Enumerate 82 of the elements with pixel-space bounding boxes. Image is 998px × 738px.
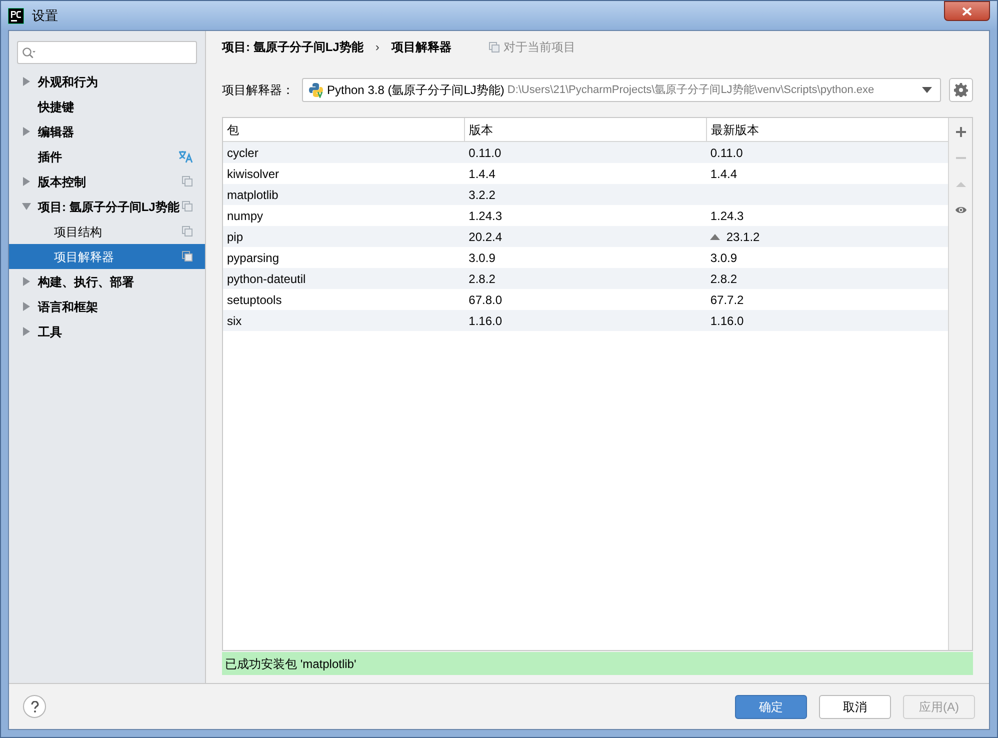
table-cell-text: 3.0.9 [710, 250, 738, 266]
collapsed-arrow-icon[interactable] [22, 127, 31, 136]
table-cell-text: 2.8.2 [710, 270, 738, 288]
breadcrumb-item[interactable]: 项目解释器 [391, 38, 452, 56]
table-cell-text: 67.7.2 [710, 292, 744, 308]
help-button[interactable] [23, 695, 46, 718]
table-row[interactable]: matplotlib 3.2.2 [223, 184, 948, 205]
collapsed-arrow-icon[interactable] [22, 327, 31, 336]
collapsed-arrow-icon[interactable] [22, 77, 31, 86]
python-icon [308, 82, 324, 98]
table-cell-text: 1.4.4 [468, 166, 496, 182]
dialog-button[interactable]: 取消 [819, 694, 891, 718]
table-cell-text: 0.11.0 [710, 144, 743, 162]
table-cell-text: 3.0.9 [468, 250, 496, 266]
sidebar-item[interactable]: 项目解释器 [9, 244, 205, 269]
close-icon [962, 6, 972, 16]
sidebar-item[interactable]: 项目结构 [9, 219, 205, 244]
table-cell-text: 2.8.2 [468, 270, 496, 288]
table-cell-text: 1.16.0 [710, 312, 744, 330]
copy-icon [182, 251, 193, 262]
table-row[interactable]: cycler 0.11.0 0.11.0 [223, 142, 948, 163]
sidebar-item[interactable]: 快捷键 [9, 94, 205, 119]
settings-icon [954, 83, 968, 97]
table-cell-text: 1.24.3 [468, 208, 502, 224]
settings-button[interactable] [949, 78, 973, 102]
sidebar-item[interactable]: 外观和行为 [9, 69, 205, 94]
collapsed-arrow-icon[interactable] [22, 277, 31, 286]
expanded-arrow-icon[interactable] [22, 202, 31, 211]
sidebar-item[interactable]: 版本控制 [9, 169, 205, 194]
collapsed-arrow-icon[interactable] [22, 302, 31, 311]
search-icon [22, 46, 36, 58]
table-cell-text: 20.2.4 [468, 228, 502, 246]
question-mark-icon [30, 700, 38, 712]
table-row[interactable]: six 1.16.0 1.16.0 [223, 310, 948, 331]
table-cell-text: 1.24.3 [710, 208, 744, 224]
table-cell-text: pip [227, 228, 244, 246]
breadcrumb-separator: › [375, 39, 380, 56]
copy-icon [182, 201, 193, 212]
sidebar-item[interactable]: 编辑器 [9, 119, 205, 144]
table-row[interactable]: python-dateutil 2.8.2 2.8.2 [223, 268, 948, 289]
sidebar-item[interactable]: 项目: 氩原子分子间LJ势能 [9, 194, 205, 219]
interpreter-dropdown[interactable]: Python 3.8 (氩原子分子间LJ势能) D:\Users\21\PycharmProjects\氩原子分子间LJ势能\venv\Scripts\python.exe [302, 78, 941, 102]
table-row[interactable]: pip 20.2.4 23.1.2 [223, 226, 948, 247]
table-cell-text: kiwisolver [227, 166, 280, 182]
add-icon[interactable] [954, 126, 966, 138]
window-title: 设置 [32, 6, 59, 25]
sidebar-item[interactable]: 语言和框架 [9, 294, 205, 319]
sidebar-item[interactable]: 构建、执行、部署 [9, 269, 205, 294]
table-cell-text: six [227, 312, 242, 330]
table-cell-text: 1.4.4 [710, 166, 738, 182]
table-cell-text: 3.2.2 [468, 186, 496, 204]
table-cell-text: python-dateutil [227, 270, 306, 288]
column-header[interactable]: 版本 [464, 118, 706, 141]
table-cell-text: matplotlib [227, 186, 278, 204]
table-cell-text: 23.1.2 [726, 228, 760, 246]
collapsed-arrow-icon[interactable] [22, 177, 31, 186]
column-header[interactable]: 包 [223, 118, 464, 141]
interpreter-path: D:\Users\21\PycharmProjects\氩原子分子间LJ势能\venv\Scripts\python.exe [507, 82, 876, 98]
dialog-button[interactable]: 确定 [735, 694, 807, 718]
table-cell-text: 0.11.0 [468, 144, 502, 162]
table-cell-text: 67.8.0 [468, 292, 502, 308]
table-cell-text: numpy [227, 208, 264, 224]
scope-label: 对于当前项目 [503, 39, 576, 56]
table-cell-text: 1.16.0 [468, 312, 502, 330]
dropdown-arrow-icon [922, 87, 932, 93]
app-logo-icon [8, 8, 24, 24]
translate-icon [178, 150, 193, 163]
table-cell-text: cycler [227, 144, 258, 162]
sidebar-item[interactable]: 插件 [9, 144, 205, 169]
table-cell-text: pyparsing [227, 250, 280, 266]
copy-icon [182, 226, 193, 237]
search-field[interactable] [17, 41, 197, 64]
sidebar-item[interactable]: 工具 [9, 319, 205, 344]
breadcrumb-item[interactable]: 项目: 氩原子分子间LJ势能 [222, 38, 364, 56]
status-message: 已成功安装包 'matplotlib' [222, 652, 973, 675]
interpreter-label: 项目解释器： [222, 82, 294, 99]
interpreter-name: Python 3.8 (氩原子分子间LJ势能) [327, 82, 504, 99]
close-button[interactable] [944, 1, 990, 21]
copy-icon [489, 42, 500, 52]
table-cell-text: setuptools [227, 292, 282, 308]
copy-icon [182, 176, 193, 187]
eye-icon[interactable] [954, 204, 966, 216]
